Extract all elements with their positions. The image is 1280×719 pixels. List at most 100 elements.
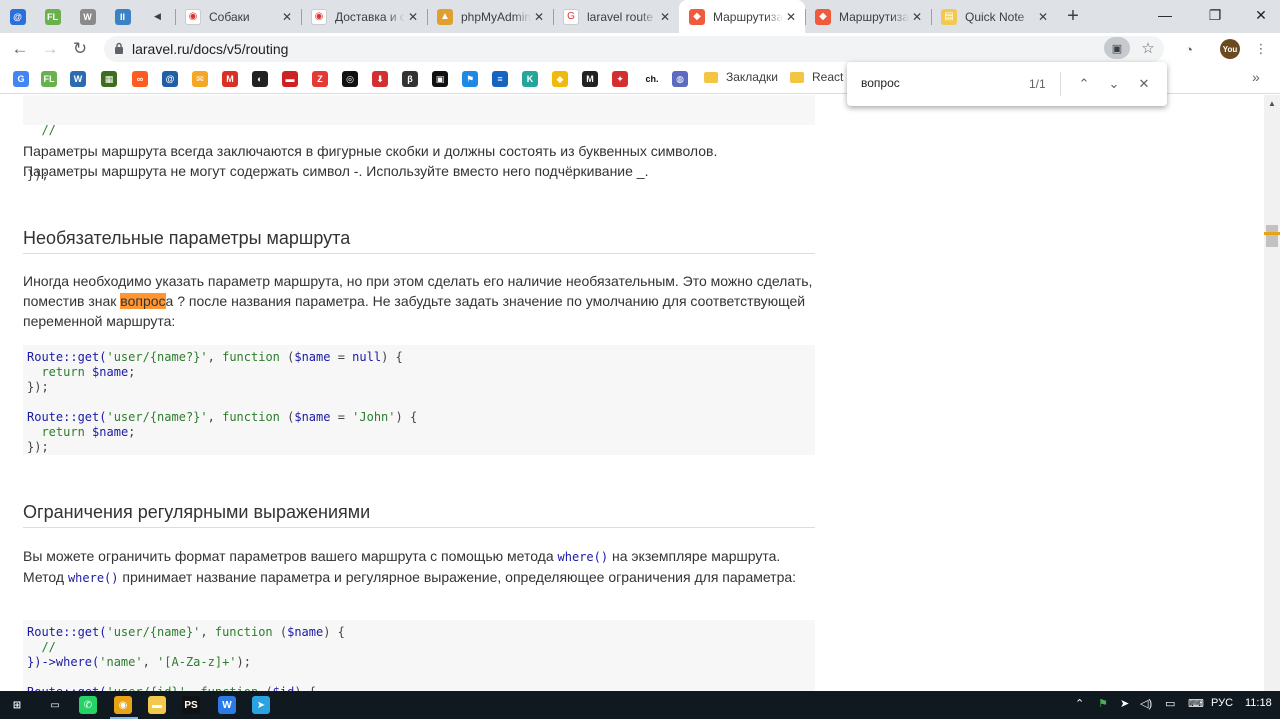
tab-title: laravel route <box>587 9 654 24</box>
bookmark-binance[interactable]: ◆ <box>552 71 568 87</box>
tab-close-button[interactable]: ✕ <box>279 9 295 25</box>
scroll-up-icon[interactable]: ▲ <box>1268 99 1276 108</box>
bookmark-beta[interactable]: β <box>402 71 418 87</box>
bookmark-fl[interactable]: FL <box>41 71 57 87</box>
tray-network-icon[interactable]: ▭ <box>1165 697 1175 710</box>
bookmark-star-button[interactable]: ☆ <box>1136 39 1160 57</box>
chevron-up-icon: ⌃ <box>1078 76 1090 91</box>
bookmark-film[interactable]: ▣ <box>432 71 448 87</box>
task-view-button[interactable]: ▭ <box>46 696 64 714</box>
code-token: ); <box>236 655 251 669</box>
tab-pinned-5[interactable]: ◀ <box>140 0 175 33</box>
google-icon: G <box>563 8 579 25</box>
tab-close-button[interactable]: ✕ <box>405 9 421 25</box>
profile-avatar[interactable]: You <box>1220 39 1240 59</box>
bookmark-k[interactable]: K <box>522 71 538 87</box>
tray-clock[interactable]: 11:18 <box>1245 697 1272 709</box>
tray-chevron-icon[interactable]: ⌃ <box>1075 697 1084 710</box>
find-close-button[interactable]: ✕ <box>1133 73 1155 95</box>
tray-telegram-icon[interactable]: ➤ <box>1120 697 1129 710</box>
bookmark-folder-zakladki[interactable]: Закладки <box>704 70 778 84</box>
tab-close-button[interactable]: ✕ <box>531 9 547 25</box>
back-button[interactable]: ← <box>5 34 35 64</box>
forward-button[interactable]: → <box>35 34 65 64</box>
tab-close-button[interactable]: ✕ <box>657 9 673 25</box>
bookmark-globe[interactable]: ◍ <box>672 71 688 87</box>
close-window-button[interactable]: ✕ <box>1238 0 1280 30</box>
find-previous-button[interactable]: ⌃ <box>1073 73 1095 95</box>
browser-tab[interactable]: ▤ Quick Note ✕ <box>931 0 1057 33</box>
bookmark-mail[interactable]: ✉ <box>192 71 208 87</box>
start-button[interactable]: ⊞ <box>8 696 26 714</box>
explorer-app[interactable]: ▬ <box>148 696 166 714</box>
bookmark-download[interactable]: ⬇ <box>372 71 388 87</box>
bookmark-folder-react[interactable]: React <box>790 70 843 84</box>
extension-button[interactable]: ◔ <box>1180 40 1198 58</box>
find-input[interactable] <box>861 76 1021 90</box>
sailboat-icon: ▲ <box>437 8 453 25</box>
find-match-marker <box>1264 232 1280 235</box>
bookmarks-overflow-button[interactable]: » <box>1252 69 1260 85</box>
browser-tab[interactable]: ◆ Маршрутиза ✕ <box>679 0 805 33</box>
tray-language[interactable]: РУС <box>1211 697 1233 709</box>
tab-title: Quick Note <box>965 9 1025 24</box>
bookmark-at[interactable]: @ <box>162 71 178 87</box>
bookmark-github[interactable]: ◎ <box>342 71 358 87</box>
bookmark-z[interactable]: Z <box>312 71 328 87</box>
bookmark-ch[interactable]: ch. <box>641 71 663 87</box>
bookmark-flag[interactable]: ⚑ <box>462 71 478 87</box>
bookmark-stack[interactable]: ≡ <box>492 71 508 87</box>
tab-pinned-2[interactable]: FL <box>35 0 70 33</box>
telegram-app[interactable]: ➤ <box>252 696 270 714</box>
tab-close-button[interactable]: ✕ <box>909 9 925 25</box>
bookmark-pepper[interactable]: ✦ <box>612 71 628 87</box>
find-next-button[interactable]: ⌄ <box>1103 73 1125 95</box>
browser-tab[interactable]: ◆ Маршрутиза ✕ <box>805 0 931 33</box>
bookmark-m[interactable]: M <box>582 71 598 87</box>
code-block-regex: Route::get('user/{name}', function ($nam… <box>23 620 815 691</box>
bookmark-gmail[interactable]: M <box>222 71 238 87</box>
address-bar[interactable]: laravel.ru/docs/v5/routing ▣ ☆ <box>104 36 1164 62</box>
bookmark-box[interactable]: ▬ <box>282 71 298 87</box>
tab-pinned-3[interactable]: W <box>70 0 105 33</box>
bookmark-book[interactable]: ▦ <box>101 71 117 87</box>
bookmark-circle[interactable]: ◐ <box>252 71 268 87</box>
scrollbar-thumb[interactable] <box>1266 225 1278 247</box>
tab-title: phpMyAdmin <box>461 9 531 24</box>
code-token: 'user/{name?}' <box>106 350 208 364</box>
tab-close-button[interactable]: ✕ <box>1035 9 1051 25</box>
maximize-button[interactable]: ❐ <box>1192 0 1238 30</box>
laravel-icon: ◆ <box>689 8 705 25</box>
bookmark-w[interactable]: W <box>70 71 86 87</box>
tray-keyboard-icon[interactable]: ⌨ <box>1188 697 1204 710</box>
menu-button[interactable]: ⋮ <box>1252 40 1270 58</box>
bookmark-google[interactable]: G <box>13 71 29 87</box>
tab-close-button[interactable]: ✕ <box>783 9 799 25</box>
extension-icon: ◔ <box>1185 41 1193 57</box>
tray-flag-icon[interactable]: ⚑ <box>1098 697 1108 710</box>
phpstorm-app[interactable]: PS <box>182 696 200 714</box>
bookmark-chain[interactable]: ∞ <box>132 71 148 87</box>
tab-strip: @ FL W II ◀ ◉ Собаки ✕ ◉ Доставка и о ✕ ▲ phpMyAdmi… <box>0 0 1280 33</box>
tray-volume-icon[interactable]: ◁) <box>1140 697 1152 710</box>
chrome-app[interactable]: ◉ <box>114 696 132 714</box>
browser-tab[interactable]: Glaravel route ✕ <box>553 0 679 33</box>
wamp-app[interactable]: W <box>218 696 236 714</box>
whatsapp-app[interactable]: ✆ <box>79 696 97 714</box>
chevron-down-icon: ⌄ <box>1108 76 1120 91</box>
tab-pinned-4[interactable]: II <box>105 0 140 33</box>
browser-tab[interactable]: ▲ phpMyAdmin ✕ <box>427 0 553 33</box>
browser-tab[interactable]: ◉ Доставка и о ✕ <box>301 0 427 33</box>
minimize-button[interactable]: — <box>1142 0 1188 30</box>
new-tab-button[interactable]: + <box>1057 0 1089 33</box>
code-line: // <box>27 123 56 137</box>
tab-pinned-1[interactable]: @ <box>0 0 35 33</box>
paragraph-regex: Вы можете ограничить формат параметров в… <box>23 546 818 588</box>
page-scrollbar[interactable]: ▲ <box>1264 95 1280 691</box>
browser-tab[interactable]: ◉ Собаки ✕ <box>175 0 301 33</box>
code-token: $name <box>294 350 331 364</box>
code-token: 'user/{name}' <box>106 625 201 639</box>
reload-button[interactable]: ↻ <box>65 34 95 64</box>
page-action-button[interactable]: ▣ <box>1104 37 1130 59</box>
